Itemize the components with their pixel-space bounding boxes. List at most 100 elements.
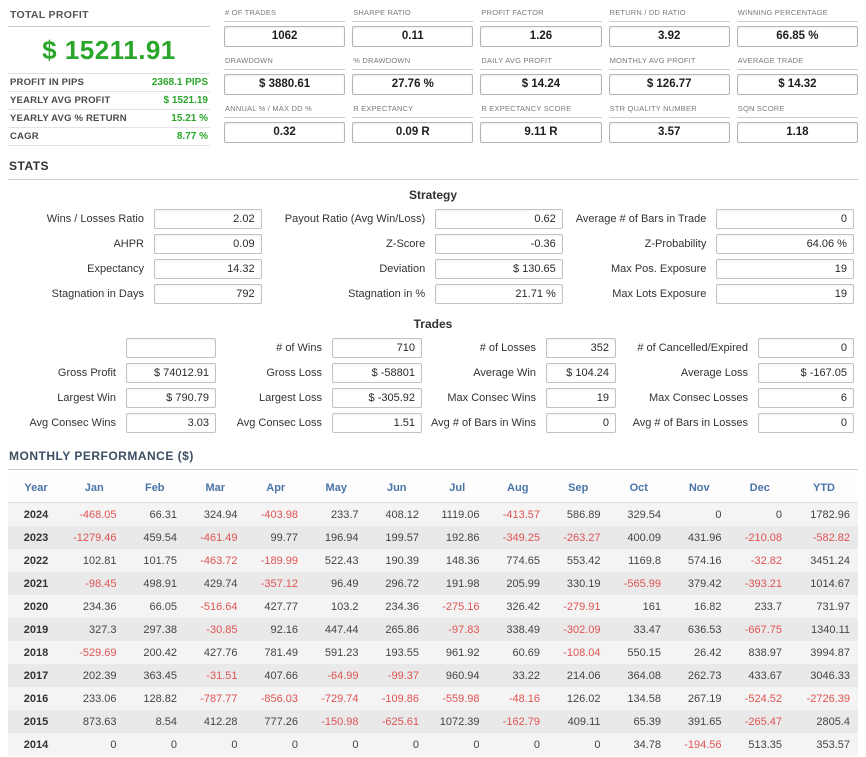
metric-value-box: 1.26 bbox=[480, 26, 602, 47]
monthly-value-cell: 3994.87 bbox=[790, 641, 858, 664]
monthly-col-header-mar: Mar bbox=[185, 474, 246, 503]
monthly-value-cell: -279.91 bbox=[548, 595, 609, 618]
strategy-subtitle: Strategy bbox=[408, 188, 458, 202]
monthly-value-cell: 379.42 bbox=[669, 572, 730, 595]
monthly-value-cell: 433.67 bbox=[729, 664, 790, 687]
monthly-year-cell: 2023 bbox=[8, 526, 64, 549]
metric-value-box: 66.85 % bbox=[736, 26, 858, 47]
summary-row-value: 15.21 % bbox=[171, 113, 208, 124]
summary-row-value: $ 1521.19 bbox=[163, 95, 209, 106]
monthly-value-cell: 199.57 bbox=[366, 526, 427, 549]
monthly-value-cell: -1279.46 bbox=[64, 526, 125, 549]
monthly-col-header-feb: Feb bbox=[124, 474, 185, 503]
monthly-col-header-aug: Aug bbox=[487, 474, 548, 503]
monthly-value-cell: 408.12 bbox=[366, 502, 427, 526]
monthly-value-cell: 363.45 bbox=[124, 664, 185, 687]
monthly-value-cell: 3451.24 bbox=[790, 549, 858, 572]
metric-annual-max-dd: ANNUAL % / MAX DD % 0.32 bbox=[224, 102, 346, 143]
monthly-value-cell: -108.04 bbox=[548, 641, 609, 664]
stat-value-of-losses: 352 bbox=[546, 338, 616, 358]
stat-value-average-win: $ 104.24 bbox=[546, 363, 616, 383]
monthly-value-cell: -99.37 bbox=[366, 664, 427, 687]
monthly-value-cell: 412.28 bbox=[185, 710, 246, 733]
metric-value-box: 1.18 bbox=[736, 122, 858, 143]
metric-label: SQN SCORE bbox=[736, 102, 858, 118]
stat-value-max-consec-losses: 6 bbox=[758, 388, 854, 408]
monthly-value-cell: 636.53 bbox=[669, 618, 730, 641]
monthly-value-cell: 498.91 bbox=[124, 572, 185, 595]
stat-label-avg-consec-wins: Avg Consec Wins bbox=[29, 417, 116, 429]
stat-label-max-consec-losses: Max Consec Losses bbox=[648, 392, 748, 404]
monthly-value-cell: -468.05 bbox=[64, 502, 125, 526]
monthly-row-2021: 2021 -98.45 498.91 429.74 -357.12 96.49 296.72… bbox=[8, 572, 858, 595]
stat-label-avg-of-bars-in-losses: Avg # of Bars in Losses bbox=[632, 417, 748, 429]
monthly-value-cell: 134.58 bbox=[608, 687, 669, 710]
monthly-value-cell: 326.42 bbox=[487, 595, 548, 618]
metric-label: DRAWDOWN bbox=[224, 54, 346, 70]
metric-value-box: 0.32 bbox=[224, 122, 346, 143]
monthly-value-cell: 0 bbox=[729, 502, 790, 526]
monthly-value-cell: 429.74 bbox=[185, 572, 246, 595]
stat-value-average-loss: $ -167.05 bbox=[758, 363, 854, 383]
monthly-year-cell: 2017 bbox=[8, 664, 64, 687]
metric-label: # OF TRADES bbox=[224, 6, 346, 22]
monthly-row-2017: 2017 202.39 363.45 -31.51 407.66 -64.99 -99.37… bbox=[8, 664, 858, 687]
monthly-value-cell: 191.98 bbox=[427, 572, 488, 595]
monthly-value-cell: 960.94 bbox=[427, 664, 488, 687]
stat-label-average-win: Average Win bbox=[473, 367, 536, 379]
monthly-value-cell: 961.92 bbox=[427, 641, 488, 664]
metric-daily-avg-profit: DAILY AVG PROFIT $ 14.24 bbox=[480, 54, 602, 95]
monthly-value-cell: 202.39 bbox=[64, 664, 125, 687]
monthly-value-cell: -275.16 bbox=[427, 595, 488, 618]
monthly-row-2016: 2016 233.06 128.82 -787.77 -856.03 -729.74 -10… bbox=[8, 687, 858, 710]
monthly-value-cell: 731.97 bbox=[790, 595, 858, 618]
stat-value-max-pos-exposure: 19 bbox=[715, 259, 854, 279]
monthly-value-cell: 66.31 bbox=[124, 502, 185, 526]
monthly-value-cell: 96.49 bbox=[306, 572, 367, 595]
stat-label-expectancy: Expectancy bbox=[87, 263, 144, 275]
monthly-value-cell: -31.51 bbox=[185, 664, 246, 687]
monthly-value-cell: 65.39 bbox=[608, 710, 669, 733]
monthly-value-cell: -524.52 bbox=[729, 687, 790, 710]
trades-stats-grid: # of Wins 710 # of Losses 352 # of Cancelled… bbox=[8, 338, 858, 433]
stat-value-deviation: $ 130.65 bbox=[434, 259, 563, 279]
metric-value-box: 3.57 bbox=[608, 122, 730, 143]
monthly-value-cell: 1169.8 bbox=[608, 549, 669, 572]
monthly-value-cell: 0 bbox=[366, 733, 427, 756]
monthly-value-cell: -393.21 bbox=[729, 572, 790, 595]
stat-value-gross-loss: $ -58801 bbox=[332, 363, 422, 383]
monthly-value-cell: 777.26 bbox=[245, 710, 306, 733]
metric-drawdown: DRAWDOWN $ 3880.61 bbox=[224, 54, 346, 95]
stat-value-payout-ratio-avg-win-loss: 0.62 bbox=[434, 209, 563, 229]
trades-subtitle: Trades bbox=[413, 317, 453, 331]
monthly-value-cell: -302.09 bbox=[548, 618, 609, 641]
metric-label: STR QUALITY NUMBER bbox=[608, 102, 730, 118]
monthly-value-cell: 103.2 bbox=[306, 595, 367, 618]
stat-value-max-consec-wins: 19 bbox=[546, 388, 616, 408]
stat-label-of-cancelled-expired: # of Cancelled/Expired bbox=[637, 342, 748, 354]
monthly-col-header-dec: Dec bbox=[729, 474, 790, 503]
monthly-value-cell: 234.36 bbox=[64, 595, 125, 618]
monthly-value-cell: 33.22 bbox=[487, 664, 548, 687]
monthly-value-cell: 0 bbox=[64, 733, 125, 756]
monthly-value-cell: 0 bbox=[427, 733, 488, 756]
stat-label-gross-profit: Gross Profit bbox=[57, 367, 116, 379]
monthly-value-cell: -30.85 bbox=[185, 618, 246, 641]
stat-value-avg-consec-loss: 1.51 bbox=[332, 413, 422, 433]
stat-label-max-pos-exposure: Max Pos. Exposure bbox=[611, 263, 707, 275]
stat-value-of-cancelled-expired: 0 bbox=[758, 338, 854, 358]
monthly-value-cell: 550.15 bbox=[608, 641, 669, 664]
monthly-value-cell: 327.3 bbox=[64, 618, 125, 641]
stat-value-ahpr: 0.09 bbox=[153, 234, 262, 254]
stat-label-stagnation-in: Stagnation in % bbox=[348, 288, 426, 300]
monthly-value-cell: -582.82 bbox=[790, 526, 858, 549]
monthly-value-cell: 781.49 bbox=[245, 641, 306, 664]
monthly-value-cell: 233.06 bbox=[64, 687, 125, 710]
monthly-col-header-jul: Jul bbox=[427, 474, 488, 503]
monthly-value-cell: 774.65 bbox=[487, 549, 548, 572]
monthly-value-cell: 0 bbox=[124, 733, 185, 756]
metric-value-box: $ 3880.61 bbox=[224, 74, 346, 95]
monthly-header-row: Year Jan Feb Mar Apr May Jun Jul Aug Sep Oct Nov Dec… bbox=[8, 474, 858, 503]
stat-value-stagnation-in-days: 792 bbox=[153, 284, 262, 304]
monthly-row-2023: 2023 -1279.46 459.54 -461.49 99.77 196.94 199.… bbox=[8, 526, 858, 549]
